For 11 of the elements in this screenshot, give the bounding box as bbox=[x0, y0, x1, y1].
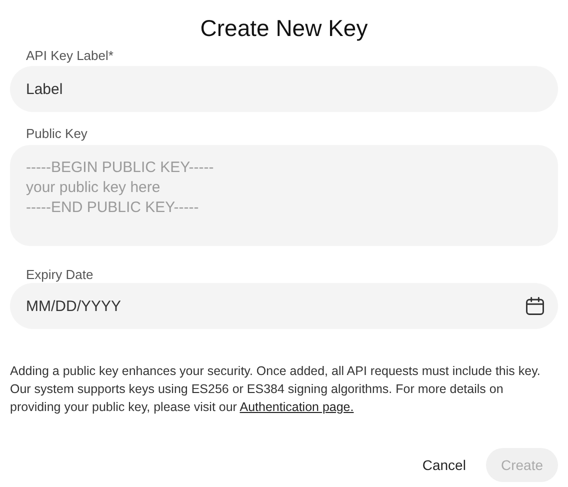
public-key-field[interactable]: -----BEGIN PUBLIC KEY----- your public key here -----END PUBLIC KEY----- bbox=[10, 145, 558, 246]
authentication-link[interactable]: Authentication page. bbox=[240, 400, 354, 414]
field-label: Expiry Date bbox=[25, 267, 94, 283]
info-paragraph: Adding a public key enhances your security. Once added, all API requests must include this key. Our system supports keys using ES256 or ES384 signing algorithms. For more details on providing your public key, please visit our Authentication page. bbox=[10, 363, 542, 416]
date-field[interactable]: MM/DD/YYYY bbox=[10, 283, 558, 329]
field-label: Public Key bbox=[25, 126, 88, 142]
field-label: API Key Label* bbox=[25, 48, 114, 64]
label-field[interactable]: Label bbox=[10, 66, 558, 112]
calendar-icon[interactable] bbox=[524, 295, 546, 317]
cancel-button[interactable]: Cancel bbox=[412, 448, 476, 482]
dialog-title: Create New Key bbox=[199, 14, 369, 42]
